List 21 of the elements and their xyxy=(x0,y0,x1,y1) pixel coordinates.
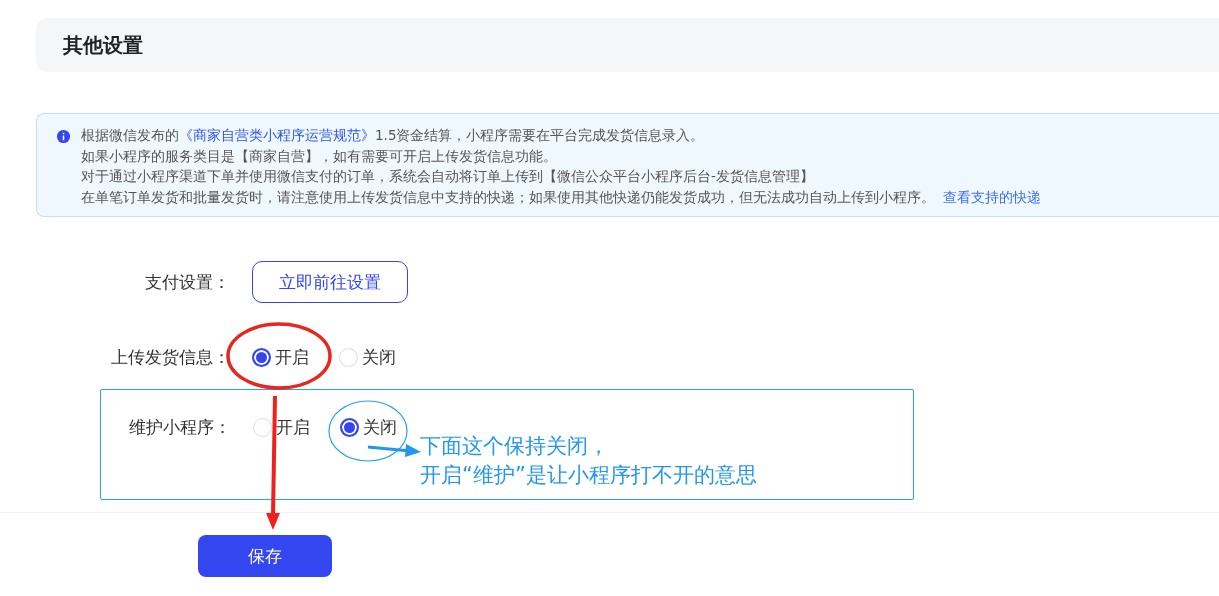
field-label: 支付设置： xyxy=(144,270,230,294)
notice-line: 如果小程序的服务类目是【商家自营】，如有需要可开启上传发货信息功能。 xyxy=(81,146,558,166)
annotation-arrow xyxy=(367,444,421,457)
save-button[interactable]: 保存 xyxy=(198,535,332,577)
section-title: 其他设置 xyxy=(63,31,143,59)
notice-line: 在单笔订单发货和批量发货时，请注意使用上传发货信息中支持的快递；如果使用其他快递仍能发货成功，但无法成功自动上传到小程序。 查看支持的快递 xyxy=(81,187,1041,207)
radio-button[interactable] xyxy=(340,418,359,437)
notice-link[interactable]: 《商家自营类小程序运营规范》 xyxy=(179,127,375,143)
radio-option[interactable]: 开启 xyxy=(253,416,310,439)
radio-option[interactable]: 关闭 xyxy=(339,345,396,369)
radio-option[interactable]: 开启 xyxy=(252,345,309,369)
radio-option[interactable]: 关闭 xyxy=(340,416,397,439)
info-icon xyxy=(56,129,71,144)
notice-line: 对于通过小程序渠道下单并使用微信支付的订单，系统会自动将订单上传到【微信公众平台小程序后台-发货信息管理】 xyxy=(81,167,815,186)
settings-button[interactable]: 立即前往设置 xyxy=(252,261,408,303)
notice-line: 根据微信发布的《商家自营类小程序运营规范》1.5资金结算，小程序需要在平台完成发货信息录入。 xyxy=(81,126,706,145)
notice-link[interactable]: 查看支持的快递 xyxy=(943,188,1041,205)
field-label: 维护小程序： xyxy=(128,416,231,439)
radio-button[interactable] xyxy=(252,347,271,367)
annotation-note: 下面这个保持关闭， 开启“维护”是让小程序打不开的意思 xyxy=(420,433,757,489)
field-label: 上传发货信息： xyxy=(110,345,230,369)
